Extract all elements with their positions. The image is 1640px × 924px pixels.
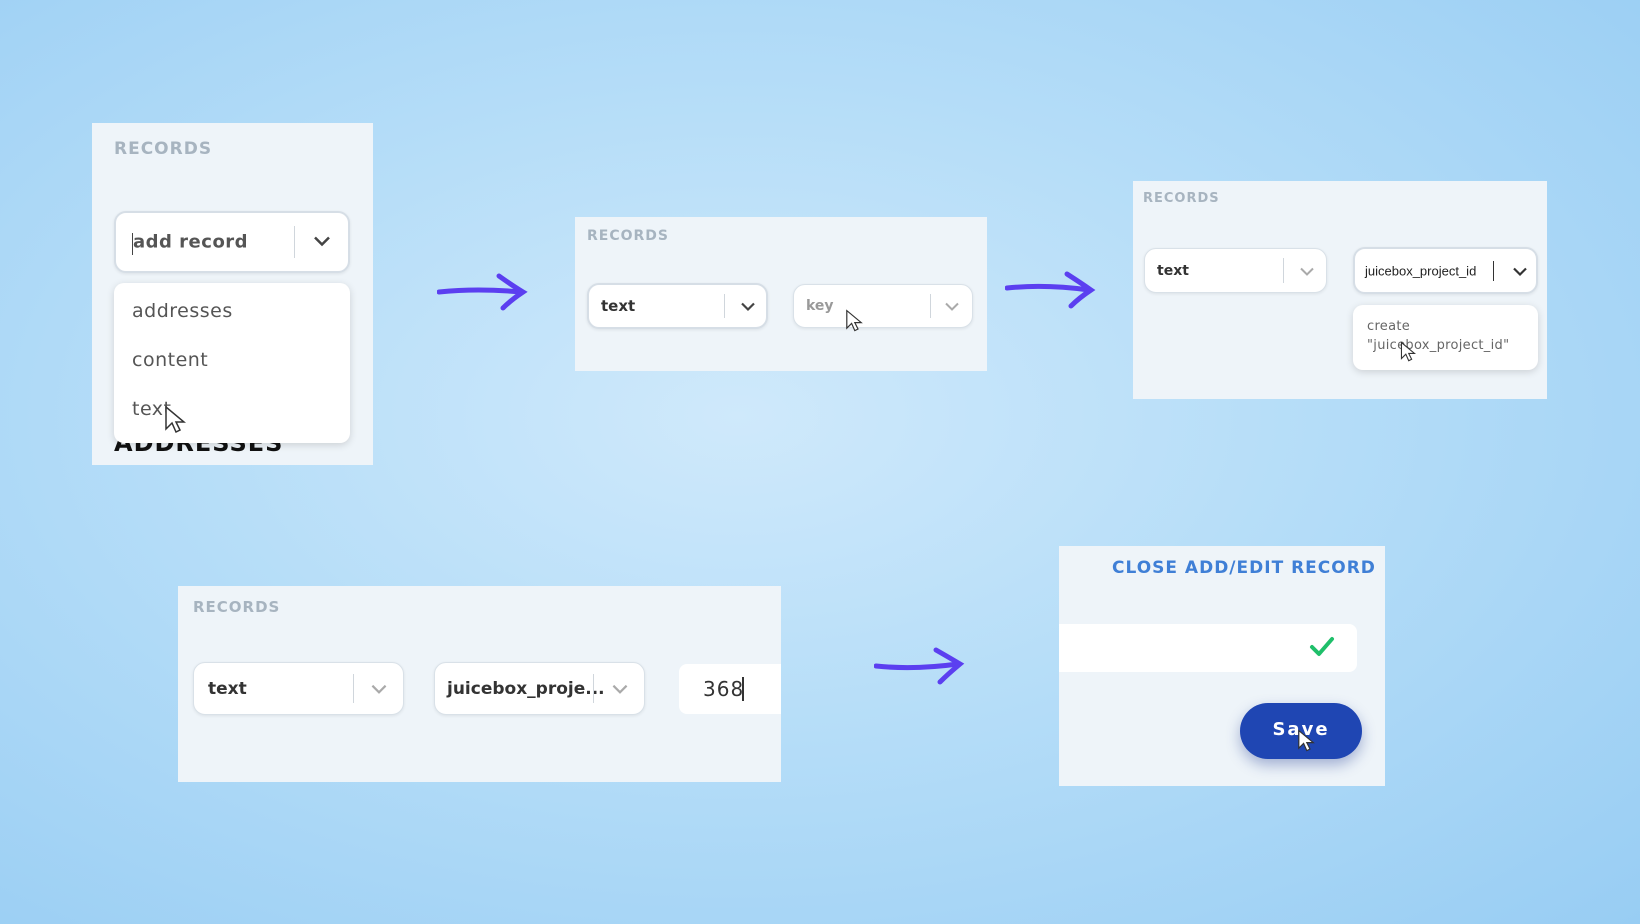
menu-item-content[interactable]: content	[132, 349, 208, 371]
create-option-line2: "juicebox_project_id"	[1367, 338, 1510, 353]
chevron-down-icon[interactable]	[370, 679, 388, 698]
select-separator	[353, 674, 354, 703]
record-key-value: juicebox_project_id	[1365, 263, 1477, 278]
chevron-down-icon[interactable]	[611, 679, 629, 698]
step1-panel: RECORDS ADDRESSES add record addresses c…	[92, 123, 373, 465]
chevron-down-icon[interactable]	[740, 297, 756, 316]
select-separator	[593, 674, 594, 703]
record-type-menu: addresses content text	[114, 283, 350, 443]
record-type-select[interactable]: text	[587, 283, 768, 329]
text-caret	[742, 677, 744, 701]
record-key-select[interactable]: juicebox_proje...	[434, 662, 645, 715]
chevron-down-icon[interactable]	[944, 297, 960, 316]
add-record-select[interactable]: add record	[114, 211, 350, 273]
record-key-select[interactable]: juicebox_project_id	[1353, 247, 1538, 294]
record-type-value: text	[601, 297, 636, 315]
select-separator	[930, 294, 931, 318]
add-record-value: add record	[133, 231, 249, 253]
record-status-row	[1059, 624, 1357, 672]
text-caret	[1493, 261, 1494, 281]
record-value-input[interactable]: 368	[679, 664, 781, 714]
chevron-down-icon[interactable]	[1299, 261, 1315, 280]
record-type-value: text	[208, 678, 247, 699]
arrow-right-icon	[874, 647, 965, 685]
select-separator	[724, 294, 725, 318]
menu-item-addresses[interactable]: addresses	[132, 300, 233, 322]
chevron-down-icon[interactable]	[1512, 261, 1528, 280]
records-label: RECORDS	[587, 228, 670, 244]
create-key-menu: create "juicebox_project_id"	[1353, 305, 1538, 370]
check-icon	[1309, 636, 1335, 662]
step3-panel: RECORDS text juicebox_project_id create …	[1133, 181, 1547, 399]
record-key-placeholder: key	[806, 298, 834, 314]
record-type-select[interactable]: text	[193, 662, 404, 715]
cursor-icon	[1400, 341, 1417, 367]
cursor-icon	[164, 405, 187, 439]
close-add-edit-record-link[interactable]: CLOSE ADD/EDIT RECORD	[1112, 558, 1376, 578]
step4-panel: RECORDS text juicebox_proje... 368	[178, 586, 781, 782]
records-label: RECORDS	[114, 139, 213, 159]
save-button[interactable]: Save	[1240, 703, 1362, 759]
cursor-icon	[845, 309, 863, 337]
select-separator	[294, 225, 295, 259]
record-key-value: juicebox_proje...	[447, 678, 605, 699]
create-option[interactable]: create "juicebox_project_id"	[1367, 317, 1509, 355]
chevron-down-icon[interactable]	[313, 233, 331, 252]
arrow-right-icon	[437, 273, 528, 311]
record-value-text: 368	[703, 677, 745, 701]
arrow-right-icon	[1005, 271, 1096, 309]
record-type-select[interactable]: text	[1144, 248, 1327, 293]
records-label: RECORDS	[193, 598, 281, 616]
step5-panel: CLOSE ADD/EDIT RECORD Save	[1059, 546, 1385, 786]
create-option-line1: create	[1367, 319, 1411, 334]
step2-panel: RECORDS text key	[575, 217, 987, 371]
cursor-icon	[1297, 729, 1315, 757]
record-key-select[interactable]: key	[793, 284, 973, 332]
select-separator	[1283, 258, 1284, 283]
records-label: RECORDS	[1143, 191, 1220, 206]
record-type-value: text	[1157, 262, 1189, 279]
